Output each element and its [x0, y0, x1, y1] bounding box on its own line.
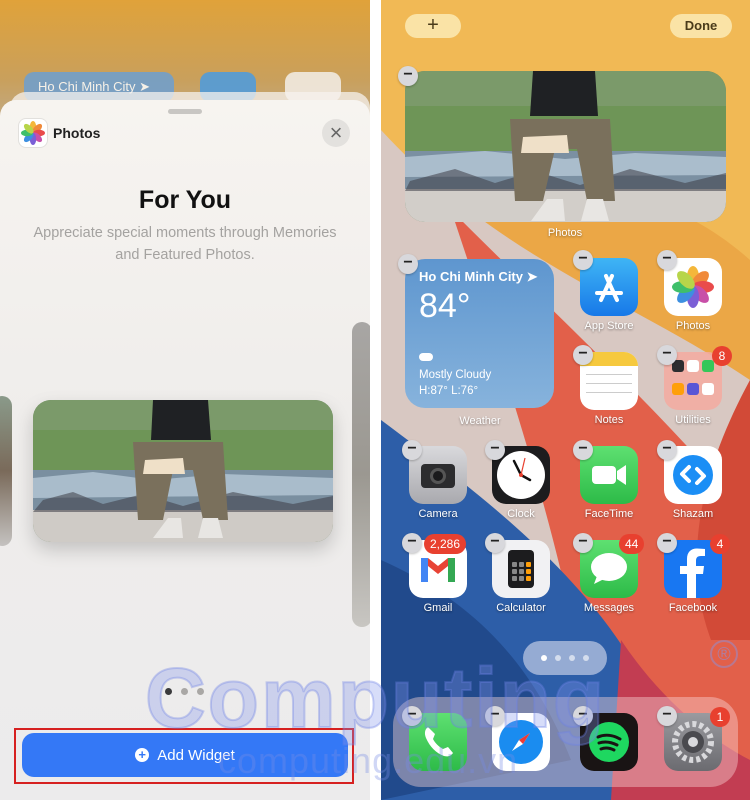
remove-app-button[interactable]: −	[573, 440, 593, 460]
weather-condition: Mostly Cloudy	[419, 369, 492, 381]
notification-badge: 44	[619, 534, 645, 554]
widget-preview-photo[interactable]	[33, 400, 333, 542]
widget-description: Appreciate special moments through Memor…	[33, 225, 337, 263]
app-label: Messages	[583, 602, 635, 614]
watermark-url: computing.edu.vn	[218, 740, 519, 781]
remove-app-button[interactable]: −	[573, 250, 593, 270]
remove-app-button[interactable]: −	[485, 440, 505, 460]
photos-widget[interactable]	[405, 71, 726, 222]
notification-badge: 2,286	[424, 534, 467, 554]
done-button[interactable]: Done	[670, 14, 732, 38]
weather-widget-label: Weather	[459, 415, 501, 427]
add-widget-plus-button[interactable]: +	[405, 14, 461, 38]
app-label: Camera	[418, 508, 458, 520]
app-label: Gmail	[423, 602, 453, 614]
remove-photos-widget-button[interactable]: −	[398, 66, 418, 86]
photos-widget-label: Photos	[547, 227, 583, 239]
remove-weather-widget-button[interactable]: −	[398, 254, 418, 274]
weather-city: Ho Chi Minh City ➤	[419, 269, 538, 284]
notification-badge: 1	[710, 707, 730, 727]
app-name: Photos	[53, 125, 101, 141]
remove-app-button[interactable]: −	[402, 440, 422, 460]
app-label: Utilities	[675, 414, 711, 426]
app-label: App Store	[584, 320, 634, 332]
remove-app-button[interactable]: −	[657, 440, 677, 460]
remove-app-button[interactable]: −	[657, 706, 677, 726]
widget-title: For You	[138, 186, 232, 214]
sheet-grabber[interactable]	[168, 109, 202, 114]
notification-badge: 8	[712, 346, 732, 366]
weather-widget[interactable]: Ho Chi Minh City ➤ 84° Mostly Cloudy H:8…	[405, 259, 554, 408]
app-label: FaceTime	[584, 508, 634, 520]
remove-app-button[interactable]: −	[573, 345, 593, 365]
remove-app-button[interactable]: −	[657, 345, 677, 365]
app-label: Shazam	[672, 508, 714, 520]
app-label: Notes	[594, 414, 624, 426]
app-label: Photos	[675, 320, 711, 332]
previous-widget-preview[interactable]	[0, 396, 12, 546]
close-button[interactable]: ×	[322, 119, 350, 147]
app-label: Facebook	[668, 602, 718, 614]
photos-app-icon	[19, 119, 47, 147]
watermark-logo-text: Computing	[144, 650, 607, 746]
next-widget-preview[interactable]	[352, 322, 370, 627]
cloud-icon	[419, 353, 433, 361]
notification-badge: 4	[710, 534, 730, 554]
remove-app-button[interactable]: −	[657, 533, 677, 553]
remove-app-button[interactable]: −	[485, 533, 505, 553]
remove-app-button[interactable]: −	[657, 250, 677, 270]
weather-temperature: 84°	[419, 287, 471, 325]
remove-app-button[interactable]: −	[402, 533, 422, 553]
watermark-registered-mark: ®	[710, 640, 738, 668]
remove-app-button[interactable]: −	[573, 533, 593, 553]
app-label: Clock	[507, 508, 535, 520]
app-label: Calculator	[496, 602, 546, 614]
weather-high-low: H:87° L:76°	[419, 385, 479, 397]
